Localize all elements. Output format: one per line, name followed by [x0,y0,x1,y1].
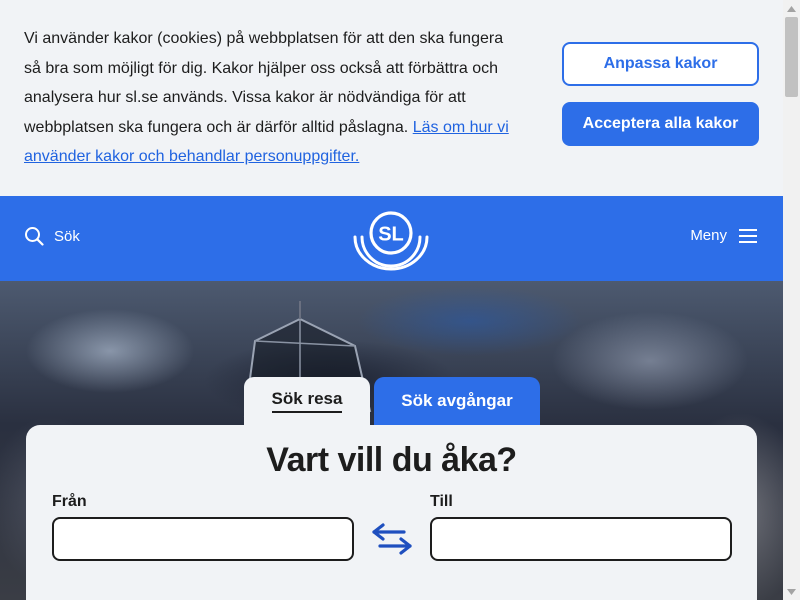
cookie-message: Vi använder kakor (cookies) på webbplats… [24,24,524,172]
scrollbar-thumb[interactable] [785,17,798,97]
site-header: Sök SL Meny [0,196,783,281]
page-scrollbar[interactable] [783,0,800,600]
from-label: Från [52,493,87,510]
scroll-down-icon[interactable] [783,583,800,600]
search-label: Sök [54,227,80,245]
search-icon [25,227,44,246]
from-input[interactable] [52,517,354,561]
tab-search-departures-label: Sök avgångar [401,391,513,410]
sl-logo[interactable]: SL [350,206,432,271]
tab-search-departures[interactable]: Sök avgångar [374,377,540,425]
hamburger-menu-icon [739,228,757,243]
tab-search-trip[interactable]: Sök resa [244,377,370,425]
trip-search-panel: Vart vill du åka? Från Till [26,425,757,600]
menu-label: Meny [690,227,727,244]
page-title: Vart vill du åka? [266,441,517,479]
header-search-button[interactable]: Sök [24,226,80,246]
to-input[interactable] [430,517,732,561]
tab-search-trip-label: Sök resa [271,389,343,413]
scroll-up-icon[interactable] [783,0,800,17]
hero-section: Sök resa Sök avgångar Vart vill du åka? … [0,281,783,600]
cookie-banner: Vi använder kakor (cookies) på webbplats… [0,0,783,196]
customize-cookies-button[interactable]: Anpassa kakor [562,42,759,86]
swap-arrows-icon[interactable] [370,521,414,557]
accept-all-cookies-button[interactable]: Acceptera alla kakor [562,102,759,146]
to-label: Till [430,493,453,510]
header-menu-button[interactable]: Meny [690,227,757,244]
logo-text: SL [378,224,404,246]
